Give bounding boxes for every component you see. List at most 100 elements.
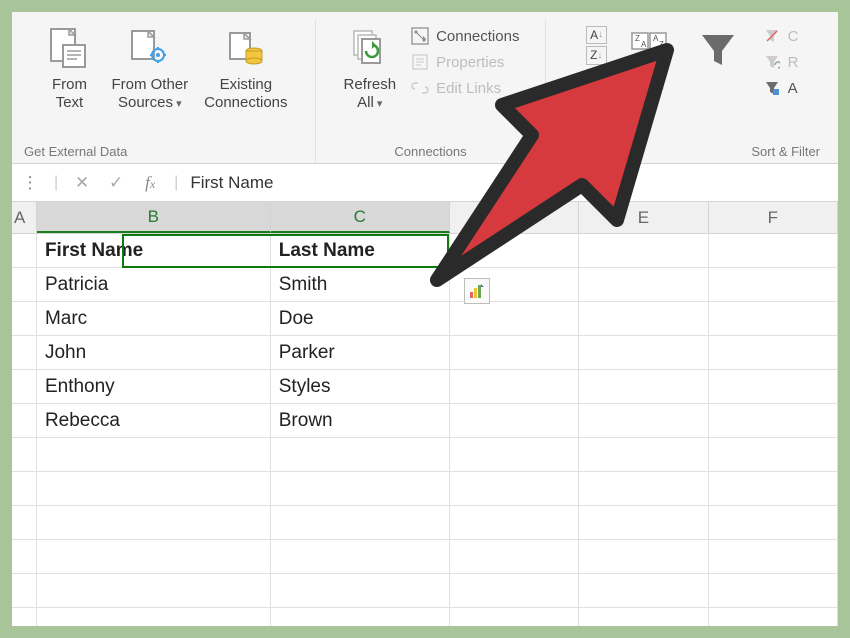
cell[interactable]: John — [37, 336, 271, 369]
from-other-sources-button[interactable]: From Other Sources — [105, 22, 194, 112]
cell[interactable] — [579, 574, 708, 607]
cell[interactable] — [709, 574, 838, 607]
col-header-d[interactable]: D — [450, 202, 579, 233]
cell[interactable] — [271, 574, 450, 607]
cell[interactable] — [709, 404, 838, 437]
cell[interactable] — [12, 268, 37, 301]
cell[interactable] — [450, 472, 579, 505]
refresh-all-button[interactable]: Refresh All — [338, 22, 403, 112]
cell[interactable] — [709, 370, 838, 403]
cell[interactable]: First Name — [37, 234, 271, 267]
cell[interactable] — [579, 302, 708, 335]
cell[interactable] — [12, 472, 37, 505]
cell[interactable] — [450, 336, 579, 369]
cell[interactable]: Patricia — [37, 268, 271, 301]
filter-button[interactable] — [686, 22, 750, 76]
cell[interactable] — [450, 540, 579, 573]
cell[interactable] — [12, 608, 37, 626]
group-label-external: Get External Data — [16, 144, 315, 159]
cell[interactable]: Styles — [271, 370, 450, 403]
cell[interactable]: Doe — [271, 302, 450, 335]
cell[interactable] — [450, 302, 579, 335]
cell[interactable]: Enthony — [37, 370, 271, 403]
cell[interactable] — [271, 472, 450, 505]
cell[interactable] — [12, 370, 37, 403]
cell[interactable] — [709, 540, 838, 573]
cell[interactable] — [271, 540, 450, 573]
cell[interactable] — [450, 438, 579, 471]
cell[interactable] — [271, 438, 450, 471]
col-header-a[interactable]: A — [12, 202, 37, 233]
cell[interactable] — [579, 404, 708, 437]
cell[interactable] — [579, 540, 708, 573]
from-text-icon — [46, 26, 92, 72]
cell[interactable] — [450, 608, 579, 626]
cell[interactable] — [579, 472, 708, 505]
cell[interactable] — [450, 234, 579, 267]
confirm-edit-button[interactable]: ✓ — [104, 173, 128, 193]
cell[interactable]: Last Name — [271, 234, 450, 267]
cell[interactable] — [450, 404, 579, 437]
col-header-b[interactable]: B — [37, 202, 271, 233]
table-row — [12, 608, 838, 626]
cell[interactable] — [579, 506, 708, 539]
cell[interactable]: Marc — [37, 302, 271, 335]
cell[interactable] — [709, 302, 838, 335]
cell[interactable] — [37, 574, 271, 607]
col-header-e[interactable]: E — [579, 202, 708, 233]
sort-az-button[interactable]: A↓ Z↓ — [578, 22, 614, 65]
cell[interactable] — [12, 540, 37, 573]
cell[interactable]: Rebecca — [37, 404, 271, 437]
cell[interactable] — [579, 370, 708, 403]
sort-button[interactable]: ZA AZ Sort — [618, 22, 682, 94]
cancel-edit-button[interactable]: ✕ — [70, 173, 94, 193]
cell[interactable] — [579, 336, 708, 369]
cell[interactable]: Parker — [271, 336, 450, 369]
formula-input[interactable] — [190, 173, 832, 193]
cell[interactable] — [271, 608, 450, 626]
cell[interactable]: Smith — [271, 268, 450, 301]
cell[interactable] — [37, 438, 271, 471]
advanced-filter-button[interactable]: A — [758, 76, 803, 100]
cell[interactable] — [579, 268, 708, 301]
cell[interactable] — [709, 472, 838, 505]
reapply-button[interactable]: R — [758, 50, 803, 74]
cell[interactable] — [12, 438, 37, 471]
cell[interactable] — [12, 506, 37, 539]
cell[interactable] — [271, 506, 450, 539]
cell[interactable] — [450, 506, 579, 539]
connections-button[interactable]: Connections — [406, 24, 523, 48]
formula-bar: ⋮ | ✕ ✓ fx | — [12, 164, 838, 202]
cell[interactable] — [37, 540, 271, 573]
cell[interactable] — [709, 234, 838, 267]
cell[interactable] — [579, 234, 708, 267]
insert-function-button[interactable]: fx — [138, 173, 162, 193]
cell[interactable] — [12, 336, 37, 369]
existing-connections-button[interactable]: Existing Connections — [198, 22, 293, 112]
cell[interactable] — [37, 472, 271, 505]
quick-analysis-button[interactable] — [464, 278, 490, 304]
cell[interactable] — [37, 506, 271, 539]
cell[interactable] — [709, 608, 838, 626]
clear-filter-button[interactable]: C — [758, 24, 803, 48]
cell[interactable] — [450, 370, 579, 403]
col-header-c[interactable]: C — [271, 202, 450, 233]
cell[interactable] — [709, 438, 838, 471]
cell[interactable] — [12, 404, 37, 437]
cell[interactable] — [12, 574, 37, 607]
cell[interactable] — [12, 302, 37, 335]
cell[interactable] — [12, 234, 37, 267]
cell[interactable]: Brown — [271, 404, 450, 437]
name-box-dropdown[interactable]: ⋮ — [18, 173, 42, 193]
cell[interactable] — [450, 574, 579, 607]
col-header-f[interactable]: F — [709, 202, 838, 233]
cell[interactable] — [709, 268, 838, 301]
cell[interactable] — [709, 336, 838, 369]
cell[interactable] — [709, 506, 838, 539]
properties-button[interactable]: Properties — [406, 50, 523, 74]
from-text-button[interactable]: From Text — [37, 22, 101, 112]
cell[interactable] — [579, 608, 708, 626]
cell[interactable] — [37, 608, 271, 626]
cell[interactable] — [579, 438, 708, 471]
edit-links-button[interactable]: Edit Links — [406, 76, 523, 100]
